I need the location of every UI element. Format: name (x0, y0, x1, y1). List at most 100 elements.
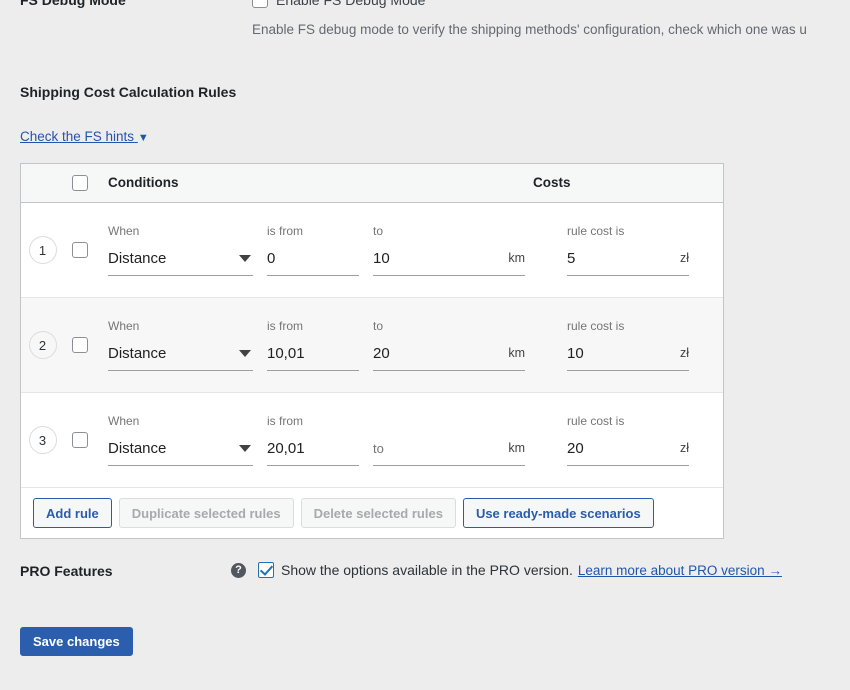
shipping-rules-table: Conditions Costs 1 When Distance is from… (20, 163, 724, 539)
distance-unit-label: km (508, 346, 525, 360)
range-to-input[interactable]: to to km (373, 414, 525, 466)
help-icon[interactable]: ? (231, 562, 246, 578)
field-underline (267, 465, 359, 466)
range-to-value: 20 (373, 345, 390, 362)
row-number-cell: 1 (21, 203, 64, 297)
row-fields: When Distance is from 10,01 to 20 km rul… (96, 298, 723, 392)
row-fields: When Distance is from 0 to 10 km rule co… (96, 203, 723, 297)
rule-cost-value: 5 (567, 250, 576, 267)
range-from-input[interactable]: is from 10,01 (267, 319, 359, 371)
add-rule-button[interactable]: Add rule (33, 498, 112, 528)
row-number-badge: 1 (28, 236, 57, 264)
when-value: Distance (108, 440, 167, 457)
field-underline (267, 370, 359, 371)
rule-cost-label: rule cost is (567, 224, 625, 238)
chevron-down-icon[interactable] (239, 445, 251, 452)
checkbox-box-icon[interactable] (252, 0, 268, 8)
when-label: When (108, 414, 140, 428)
duplicate-selected-rules-button[interactable]: Duplicate selected rules (118, 498, 294, 528)
when-label: When (108, 224, 140, 238)
field-underline (373, 275, 525, 276)
select-all-checkbox[interactable] (72, 175, 88, 191)
rule-cost-input[interactable]: rule cost is 5 zł (567, 224, 689, 276)
fs-debug-mode-description: Enable FS debug mode to verify the shipp… (252, 22, 807, 37)
row-select-checkbox[interactable] (72, 242, 88, 258)
row-select-checkbox[interactable] (72, 337, 88, 353)
when-label: When (108, 319, 140, 333)
when-select[interactable]: When Distance (108, 414, 253, 466)
row-fields: When Distance is from 20,01 to to km (96, 393, 723, 487)
row-number-badge: 2 (28, 331, 57, 359)
when-select[interactable]: When Distance (108, 319, 253, 371)
when-select[interactable]: When Distance (108, 224, 253, 276)
field-underline (108, 370, 253, 371)
delete-selected-rules-button[interactable]: Delete selected rules (300, 498, 456, 528)
check-fs-hints-link[interactable]: Check the FS hints ▼ (20, 129, 149, 144)
table-row: 2 When Distance is from 10,01 to 20 km r… (21, 298, 723, 393)
pro-features-control: ? Show the options available in the PRO … (231, 562, 782, 578)
settings-page: FS Debug Mode Enable FS Debug Mode Enabl… (0, 0, 850, 690)
show-pro-options-checkbox[interactable] (258, 562, 274, 578)
check-fs-hints-label: Check the FS hints (20, 129, 135, 144)
fs-debug-mode-control: Enable FS Debug Mode (252, 0, 425, 8)
range-from-label: is from (267, 224, 303, 238)
distance-unit-label: km (508, 441, 525, 455)
save-changes-button[interactable]: Save changes (20, 627, 133, 656)
range-to-input[interactable]: to 20 km (373, 319, 525, 371)
chevron-down-icon[interactable] (239, 255, 251, 262)
currency-label: zł (679, 441, 689, 455)
rule-cost-value: 10 (567, 345, 584, 362)
range-to-placeholder: to (373, 441, 384, 456)
field-underline (108, 465, 253, 466)
header-conditions-label: Conditions (108, 175, 179, 190)
range-from-input[interactable]: is from 20,01 (267, 414, 359, 466)
row-select-checkbox[interactable] (72, 432, 88, 448)
range-to-value: 10 (373, 250, 390, 267)
learn-more-pro-link[interactable]: Learn more about PRO version → (578, 563, 782, 578)
range-from-value: 10,01 (267, 345, 305, 362)
field-underline (567, 370, 689, 371)
table-actions-bar: Add rule Duplicate selected rules Delete… (21, 488, 723, 538)
chevron-down-icon: ▼ (137, 132, 149, 144)
distance-unit-label: km (508, 251, 525, 265)
field-underline (567, 275, 689, 276)
row-select-cell[interactable] (64, 393, 96, 487)
enable-fs-debug-mode-checkbox[interactable]: Enable FS Debug Mode (252, 0, 425, 8)
rule-cost-label: rule cost is (567, 319, 625, 333)
use-ready-made-scenarios-button[interactable]: Use ready-made scenarios (462, 498, 654, 528)
page-title: Shipping Cost Calculation Rules (20, 84, 237, 100)
range-from-input[interactable]: is from 0 (267, 224, 359, 276)
show-pro-options-label: Show the options available in the PRO ve… (281, 562, 573, 578)
chevron-down-icon[interactable] (239, 350, 251, 357)
header-select-all-cell[interactable] (64, 175, 96, 191)
header-costs-cell: Costs (533, 174, 723, 192)
fs-debug-mode-label: FS Debug Mode (20, 0, 126, 8)
range-to-input[interactable]: to 10 km (373, 224, 525, 276)
row-number-cell: 2 (21, 298, 64, 392)
field-underline (108, 275, 253, 276)
currency-label: zł (679, 346, 689, 360)
header-costs-label: Costs (533, 175, 571, 190)
range-to-label: to (373, 224, 384, 238)
range-from-value: 0 (267, 250, 276, 267)
rule-cost-label: rule cost is (567, 414, 625, 428)
range-from-value: 20,01 (267, 440, 305, 457)
row-number-cell: 3 (21, 393, 64, 487)
row-select-cell[interactable] (64, 203, 96, 297)
when-value: Distance (108, 345, 167, 362)
row-select-cell[interactable] (64, 298, 96, 392)
rule-cost-value: 20 (567, 440, 584, 457)
field-underline (267, 275, 359, 276)
range-to-label: to (373, 319, 384, 333)
when-value: Distance (108, 250, 167, 267)
table-row: 1 When Distance is from 0 to 10 km rule … (21, 203, 723, 298)
table-header-row: Conditions Costs (21, 164, 723, 203)
range-from-label: is from (267, 414, 303, 428)
header-conditions-cell: Conditions (96, 174, 533, 192)
rule-cost-input[interactable]: rule cost is 20 zł (567, 414, 689, 466)
row-number-badge: 3 (28, 426, 57, 454)
field-underline (373, 370, 525, 371)
rule-cost-input[interactable]: rule cost is 10 zł (567, 319, 689, 371)
field-underline (373, 465, 525, 466)
enable-fs-debug-mode-label: Enable FS Debug Mode (276, 0, 426, 8)
